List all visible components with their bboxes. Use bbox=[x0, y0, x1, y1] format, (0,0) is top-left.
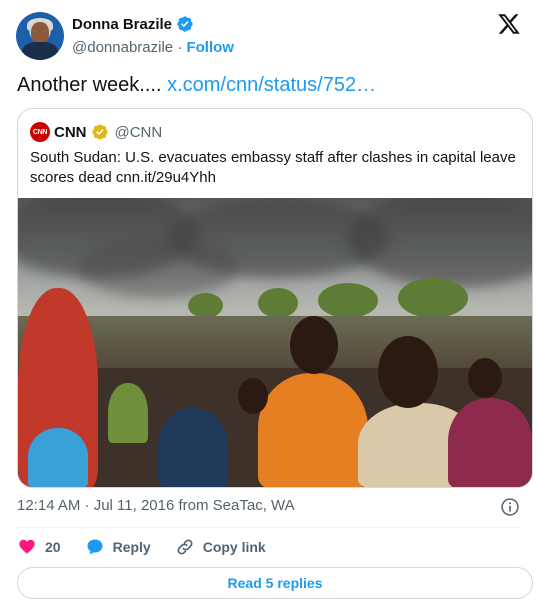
x-logo-icon[interactable] bbox=[497, 12, 521, 36]
read-replies-button[interactable]: Read 5 replies bbox=[17, 567, 533, 599]
author-display-name[interactable]: Donna Brazile bbox=[72, 15, 194, 33]
tweet-header: Donna Brazile @donnabrazile · Follow bbox=[16, 12, 521, 62]
action-bar: 20 Reply Copy link bbox=[17, 537, 290, 557]
tweet-body: Another week.... bbox=[17, 74, 162, 96]
author-handle-line: @donnabrazile · Follow bbox=[72, 39, 234, 56]
info-icon[interactable] bbox=[500, 497, 520, 517]
separator-dot: · bbox=[177, 38, 183, 56]
tweet-timestamp[interactable]: 12:14 AM · Jul 11, 2016 from SeaTac, WA bbox=[17, 497, 295, 514]
gold-verified-badge-icon bbox=[91, 124, 108, 140]
follow-button[interactable]: Follow bbox=[186, 39, 234, 56]
verified-badge-icon bbox=[177, 16, 193, 32]
tweet-text: Another week.... x.com/cnn/status/752… bbox=[17, 72, 376, 98]
cnn-avatar[interactable]: CNN bbox=[30, 122, 50, 142]
reply-label: Reply bbox=[112, 539, 151, 555]
quoted-tweet[interactable]: CNN CNN @CNN South Sudan: U.S. evacuates… bbox=[17, 108, 533, 488]
divider bbox=[17, 527, 520, 528]
author-handle[interactable]: @donnabrazile bbox=[72, 39, 173, 56]
tweet-link[interactable]: x.com/cnn/status/752… bbox=[167, 74, 376, 96]
like-button[interactable]: 20 bbox=[17, 537, 61, 557]
news-photo[interactable] bbox=[18, 198, 532, 487]
author-name-text[interactable]: Donna Brazile bbox=[72, 16, 172, 33]
quoted-name[interactable]: CNN bbox=[54, 124, 87, 141]
quoted-text: South Sudan: U.S. evacuates embassy staf… bbox=[30, 149, 516, 186]
heart-icon bbox=[19, 539, 35, 554]
reply-bubble-icon bbox=[87, 539, 103, 555]
quoted-handle[interactable]: @CNN bbox=[115, 124, 163, 141]
link-icon bbox=[177, 539, 193, 555]
reply-button[interactable]: Reply bbox=[85, 537, 151, 557]
copy-link-button[interactable]: Copy link bbox=[175, 537, 266, 557]
author-info: Donna Brazile @donnabrazile · Follow bbox=[72, 15, 234, 56]
quoted-header: CNN CNN @CNN bbox=[30, 122, 162, 142]
author-avatar[interactable] bbox=[16, 12, 64, 60]
like-count: 20 bbox=[45, 539, 61, 555]
copy-link-label: Copy link bbox=[202, 539, 266, 555]
